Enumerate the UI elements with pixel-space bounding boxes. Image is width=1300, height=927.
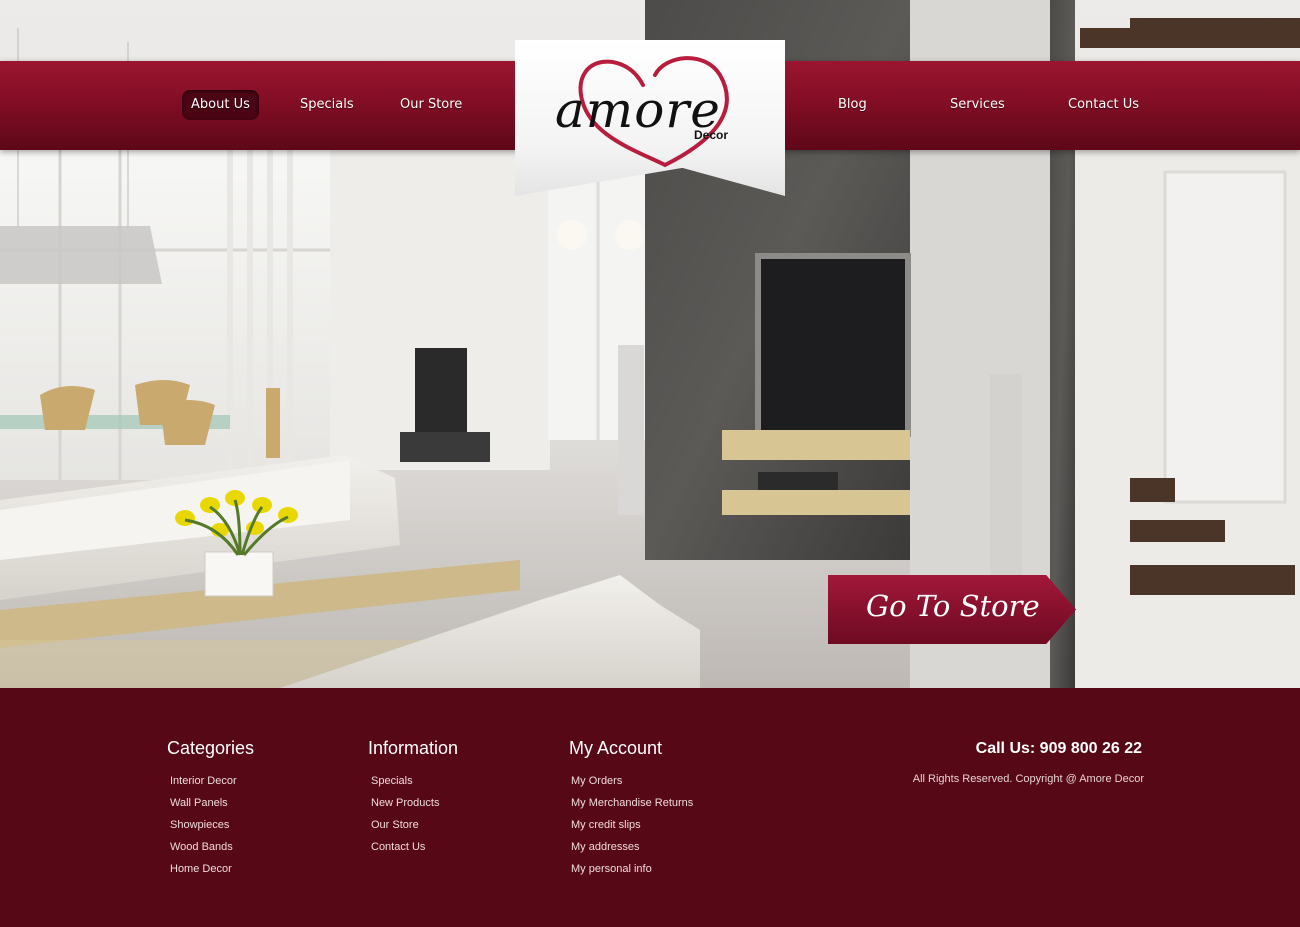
footer-account-list: My Orders My Merchandise Returns My cred… <box>571 773 693 883</box>
footer-link-wood-bands[interactable]: Wood Bands <box>170 839 237 861</box>
footer-link-wall-panels[interactable]: Wall Panels <box>170 795 237 817</box>
footer-categories-title: Categories <box>167 738 255 758</box>
footer-link-addresses[interactable]: My addresses <box>571 839 693 861</box>
nav-contact-us[interactable]: Contact Us <box>1068 90 1139 120</box>
call-us-text: Call Us: 909 800 26 22 <box>975 740 1142 757</box>
copyright-text: All Rights Reserved. Copyright @ Amore D… <box>912 773 1144 785</box>
footer-link-interior-decor[interactable]: Interior Decor <box>170 773 237 795</box>
footer-link-personal-info[interactable]: My personal info <box>571 861 693 883</box>
go-to-store-label: Go To Store <box>866 589 1040 623</box>
footer-link-specials[interactable]: Specials <box>371 773 439 795</box>
nav-services[interactable]: Services <box>950 90 1005 120</box>
footer-link-new-products[interactable]: New Products <box>371 795 439 817</box>
footer-link-my-orders[interactable]: My Orders <box>571 773 693 795</box>
footer-link-credit-slips[interactable]: My credit slips <box>571 817 693 839</box>
nav-our-store[interactable]: Our Store <box>400 90 462 120</box>
footer-link-showpieces[interactable]: Showpieces <box>170 817 237 839</box>
footer-information-list: Specials New Products Our Store Contact … <box>371 773 439 861</box>
footer-link-merchandise-returns[interactable]: My Merchandise Returns <box>571 795 693 817</box>
nav-about-us[interactable]: About Us <box>182 90 259 120</box>
nav-blog[interactable]: Blog <box>838 90 867 120</box>
footer-link-contact-us[interactable]: Contact Us <box>371 839 439 861</box>
go-to-store-button[interactable]: Go To Store <box>828 575 1076 644</box>
footer-account-title: My Account <box>569 738 663 758</box>
footer-categories-list: Interior Decor Wall Panels Showpieces Wo… <box>170 773 237 883</box>
footer-link-home-decor[interactable]: Home Decor <box>170 861 237 883</box>
logo-subtitle: Decor <box>694 128 729 142</box>
footer-link-our-store[interactable]: Our Store <box>371 817 439 839</box>
footer-information-title: Information <box>368 738 459 758</box>
nav-specials[interactable]: Specials <box>300 90 354 120</box>
